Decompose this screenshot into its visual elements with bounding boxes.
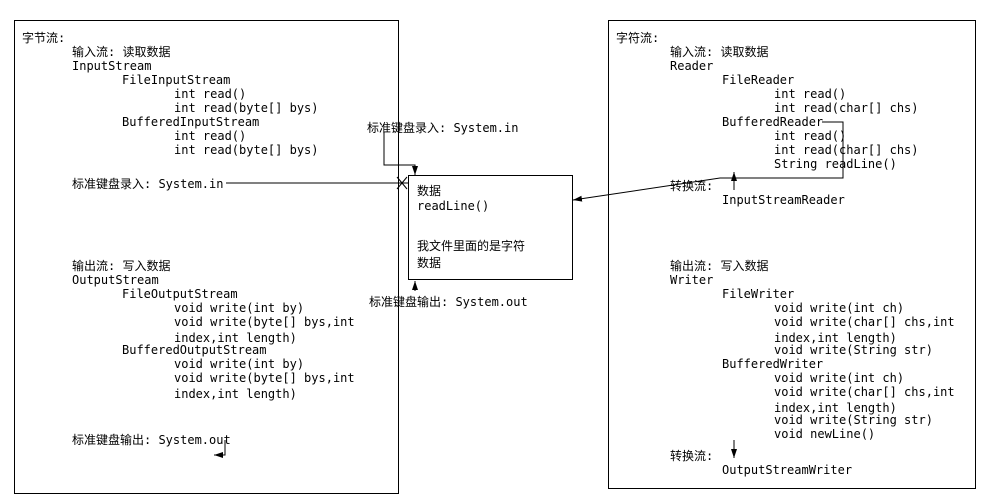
conv-out-label: 转换流: bbox=[670, 448, 713, 464]
writer-label: Writer bbox=[670, 272, 713, 288]
center-data1: 数据 bbox=[417, 182, 564, 199]
center-kb-out: 标准键盘输出: System.out bbox=[369, 294, 528, 310]
center-readline: readLine() bbox=[417, 199, 564, 213]
conv-in-label: 转换流: bbox=[670, 178, 713, 194]
br-r3: String readLine() bbox=[774, 156, 897, 172]
bw-w4: void newLine() bbox=[774, 426, 875, 442]
inputstreamreader-label: InputStreamReader bbox=[722, 192, 845, 208]
bis-read2: int read(byte[] bys) bbox=[174, 142, 319, 158]
char-stream-title: 字符流: bbox=[616, 30, 659, 46]
bos-w2: void write(byte[] bys,int index,int leng… bbox=[174, 370, 355, 402]
center-kb-in: 标准键盘录入: System.in bbox=[367, 120, 518, 136]
stdin-left-label: 标准键盘录入: System.in bbox=[72, 176, 223, 192]
outputstreamwriter-label: OutputStreamWriter bbox=[722, 462, 852, 478]
byte-stream-title: 字节流: bbox=[22, 30, 65, 46]
stdout-left-label: 标准键盘输出: System.out bbox=[72, 432, 231, 448]
center-data-box: 数据 readLine() 我文件里面的是字符 数据 bbox=[408, 175, 573, 280]
center-data2: 我文件里面的是字符 数据 bbox=[417, 237, 564, 271]
reader-label: Reader bbox=[670, 58, 713, 74]
